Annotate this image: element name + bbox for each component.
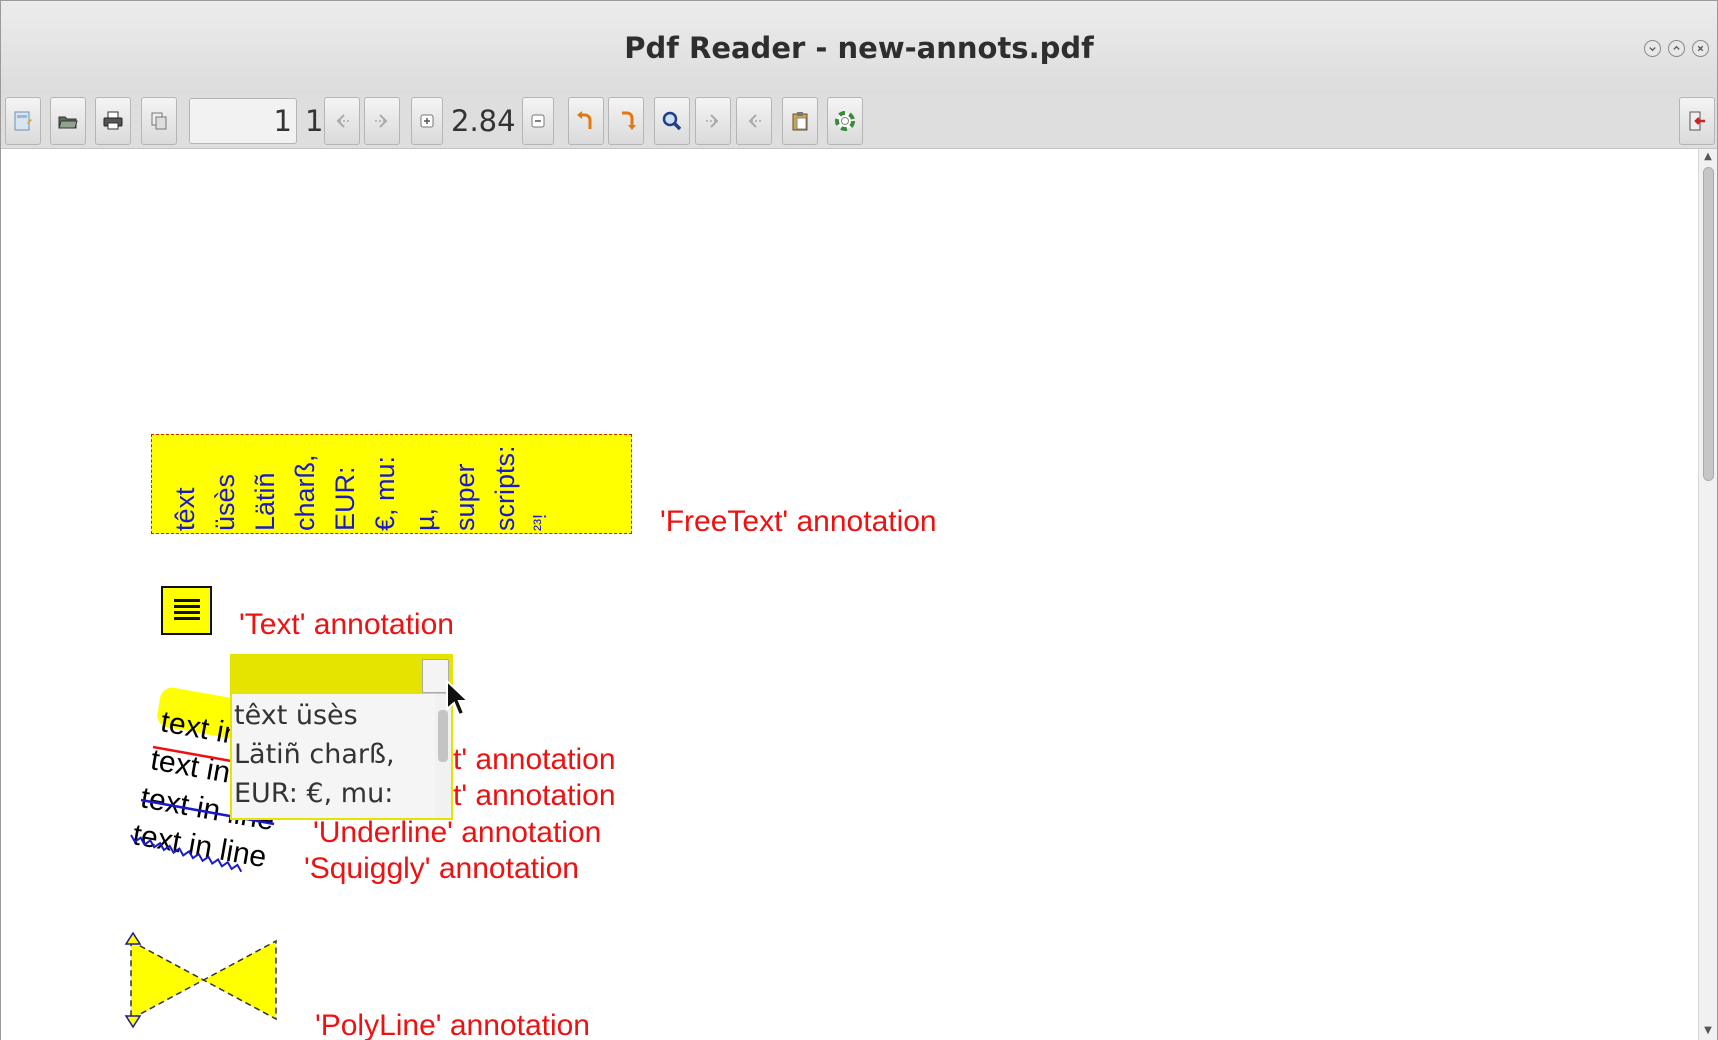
zoom-out-button[interactable] xyxy=(522,97,554,145)
next-page-button[interactable] xyxy=(364,97,400,145)
scroll-thumb[interactable] xyxy=(1703,167,1714,481)
help-button[interactable] xyxy=(827,97,863,145)
zoom-level[interactable]: 2.84 xyxy=(451,101,516,141)
toolbar: 1 1 2.84 xyxy=(1,95,1717,149)
chevron-down-icon xyxy=(1649,47,1656,52)
freetext-word: üsès xyxy=(210,473,240,531)
copy-pages-button[interactable] xyxy=(141,97,177,145)
exit-icon xyxy=(1689,111,1705,131)
title-bar: Pdf Reader - new-annots.pdf xyxy=(1,1,1717,95)
popup-line: Lätiñ charß, xyxy=(234,739,395,770)
properties-button[interactable] xyxy=(5,97,41,145)
close-button[interactable] xyxy=(1692,40,1709,57)
document-view[interactable]: têxt üsès Lätiñ charß, EUR: €, mu: µ, su… xyxy=(1,149,1698,1040)
maximize-button[interactable] xyxy=(1668,40,1685,57)
document-icon xyxy=(14,111,32,131)
find-prev-icon xyxy=(748,114,761,128)
copy-pages-icon xyxy=(151,112,167,130)
annotation-popup[interactable]: têxt üsès Lätiñ charß, EUR: €, mu: xyxy=(230,654,453,820)
squiggly-label: 'Squiggly' annotation xyxy=(304,852,579,885)
freetext-word: super xyxy=(450,463,480,531)
chevron-up-icon xyxy=(1673,45,1680,50)
prev-page-button[interactable] xyxy=(324,97,360,145)
freetext-label: 'FreeText' annotation xyxy=(660,505,937,538)
close-icon xyxy=(1697,45,1704,52)
popup-line: têxt üsès xyxy=(234,700,358,731)
print-icon xyxy=(103,111,123,130)
freetext-word: ²³! xyxy=(530,514,550,531)
search-icon xyxy=(662,111,682,131)
freetext-word: têxt xyxy=(170,487,200,531)
rotate-right-icon xyxy=(622,111,636,130)
highlight-label: t' annotation xyxy=(453,743,616,776)
underline-label: 'Underline' annotation xyxy=(313,816,602,849)
mouse-cursor-icon xyxy=(446,679,471,717)
freetext-word: Lätiñ xyxy=(250,472,280,531)
text-annotation-icon[interactable] xyxy=(161,586,212,635)
exit-button[interactable] xyxy=(1679,97,1715,145)
page-total: 1 xyxy=(305,104,324,138)
app-window: Pdf Reader - new-annots.pdf 1 1 2.84 têx… xyxy=(0,0,1718,1040)
freetext-word: scripts: xyxy=(490,445,520,531)
next-page-icon xyxy=(375,114,388,128)
vertical-scrollbar[interactable]: ▲ ▼ xyxy=(1698,149,1717,1040)
squiggly-line xyxy=(130,834,243,873)
window-title: Pdf Reader - new-annots.pdf xyxy=(624,31,1094,65)
scroll-up-icon[interactable]: ▲ xyxy=(1702,151,1714,163)
popup-header[interactable] xyxy=(232,656,451,694)
minimize-button[interactable] xyxy=(1644,40,1661,57)
zoom-in-icon xyxy=(420,114,434,128)
rotate-right-button[interactable] xyxy=(608,97,644,145)
freetext-word: EUR: xyxy=(330,466,360,531)
freetext-word: €, mu: xyxy=(370,455,400,531)
rotate-left-button[interactable] xyxy=(568,97,604,145)
page-number-input[interactable]: 1 xyxy=(189,98,297,144)
clipboard-button[interactable] xyxy=(782,97,818,145)
popup-line: EUR: €, mu: xyxy=(234,778,394,809)
find-next-button[interactable] xyxy=(695,97,731,145)
print-button[interactable] xyxy=(95,97,131,145)
freetext-annotation[interactable]: têxt üsès Lätiñ charß, EUR: €, mu: µ, su… xyxy=(151,434,632,534)
help-icon xyxy=(835,111,855,131)
scroll-down-icon[interactable]: ▼ xyxy=(1702,1025,1714,1037)
zoom-in-button[interactable] xyxy=(411,97,443,145)
clipboard-icon xyxy=(792,112,808,131)
strikeout-label: t' annotation xyxy=(453,779,616,812)
popup-content: têxt üsès Lätiñ charß, EUR: €, mu: xyxy=(234,696,434,813)
rotate-left-icon xyxy=(577,111,592,129)
open-folder-icon xyxy=(58,116,78,129)
freetext-word: µ, xyxy=(410,507,440,531)
find-prev-button[interactable] xyxy=(736,97,772,145)
prev-page-icon xyxy=(336,114,349,128)
search-button[interactable] xyxy=(654,97,690,145)
find-next-icon xyxy=(706,114,719,128)
freetext-word: charß, xyxy=(290,454,320,531)
polyline-annotation[interactable] xyxy=(119,931,289,1040)
open-button[interactable] xyxy=(50,97,86,145)
zoom-out-icon xyxy=(531,114,545,128)
polyline-label: 'PolyLine' annotation xyxy=(315,1009,590,1040)
text-label: 'Text' annotation xyxy=(239,608,454,641)
